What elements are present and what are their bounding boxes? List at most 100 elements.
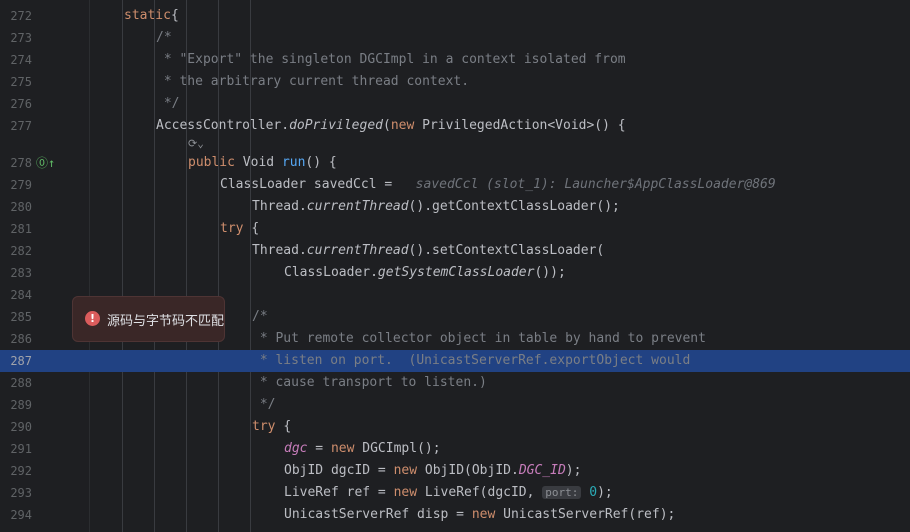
error-icon: !	[85, 311, 100, 326]
line-number[interactable]: 293	[0, 482, 32, 504]
code-token: try	[252, 419, 284, 434]
line-number[interactable]: 294	[0, 504, 32, 526]
code-token: port:	[542, 486, 582, 499]
code-line[interactable]: 275 * the arbitrary current thread conte…	[0, 71, 910, 93]
code-token: try	[220, 221, 252, 236]
code-token: new	[471, 507, 504, 522]
code-token: ClassLoader savedCcl =	[220, 177, 408, 192]
code-token: static	[124, 8, 171, 23]
code-line[interactable]: 291 dgc = new DGCImpl();	[0, 438, 910, 460]
line-number[interactable]: 281	[0, 218, 32, 240]
line-number[interactable]: 292	[0, 460, 32, 482]
code-text: ClassLoader.getSystemClassLoader());	[284, 262, 566, 284]
code-token: run	[281, 155, 306, 170]
code-line[interactable]: 279 ClassLoader savedCcl = savedCcl (slot…	[0, 174, 910, 196]
code-line[interactable]: 277 AccessController.doPrivileged(new Pri…	[0, 115, 910, 137]
code-text: * cause transport to listen.)	[252, 372, 487, 394]
code-line[interactable]: 287 * listen on port. (UnicastServerRef.…	[0, 350, 910, 372]
code-token: LiveRef(dgcID,	[424, 485, 543, 500]
line-number[interactable]: 273	[0, 27, 32, 49]
line-number[interactable]: 287	[0, 350, 32, 372]
line-number[interactable]: 282	[0, 240, 32, 262]
error-tooltip: ! 源码与字节码不匹配	[72, 296, 225, 342]
line-number[interactable]: 279	[0, 174, 32, 196]
code-text: Thread.currentThread().setContextClassLo…	[252, 240, 604, 262]
code-token: (	[382, 118, 391, 133]
code-token: ().getContextClassLoader();	[408, 199, 620, 214]
code-line[interactable]: 292 ObjID dgcID = new ObjID(ObjID.DGC_ID)…	[0, 460, 910, 482]
code-token: PrivilegedAction<Void>() {	[422, 118, 626, 133]
code-token: =	[307, 441, 331, 456]
line-number[interactable]: 278	[0, 152, 32, 174]
code-token: public	[188, 155, 243, 170]
code-token: getSystemClassLoader	[377, 265, 535, 280]
line-number[interactable]: 274	[0, 49, 32, 71]
code-line[interactable]: 288 * cause transport to listen.)	[0, 372, 910, 394]
code-line[interactable]: 278 ⓪↑ public Void run() {	[0, 152, 910, 174]
line-number[interactable]: 284	[0, 284, 32, 306]
code-text: /*	[156, 27, 172, 49]
code-line[interactable]: 282 Thread.currentThread().setContextClas…	[0, 240, 910, 262]
override-gutter-icon[interactable]: ⓪↑	[36, 152, 55, 174]
code-token: * listen on port. (UnicastServerRef.expo…	[252, 353, 691, 368]
code-token: ObjID dgcID =	[284, 463, 394, 478]
line-number[interactable]: 280	[0, 196, 32, 218]
code-token: new	[393, 485, 425, 500]
code-text: /*	[252, 306, 268, 328]
code-text: static{	[124, 5, 179, 27]
code-token: ClassLoader.	[284, 265, 378, 280]
code-token: ());	[534, 265, 566, 280]
line-number[interactable]: 290	[0, 416, 32, 438]
code-token: dgc	[284, 441, 308, 456]
code-text: Thread.currentThread().getContextClassLo…	[252, 196, 620, 218]
code-line[interactable]: 276 */	[0, 93, 910, 115]
code-line[interactable]: 289 */	[0, 394, 910, 416]
code-token: LiveRef ref =	[284, 485, 394, 500]
code-text: * the arbitrary current thread context.	[156, 71, 469, 93]
code-line[interactable]: 274 * "Export" the singleton DGCImpl in …	[0, 49, 910, 71]
line-number[interactable]: 286	[0, 328, 32, 350]
code-token: DGC_ID	[518, 463, 566, 478]
code-text: try {	[252, 416, 291, 438]
code-line[interactable]: 273 /*	[0, 27, 910, 49]
code-token: () {	[305, 155, 337, 170]
line-number[interactable]: 283	[0, 262, 32, 284]
code-line[interactable]: 281 try {	[0, 218, 910, 240]
code-token: {	[170, 8, 179, 23]
lambda-fold-icon[interactable]: ⟳⌄	[188, 133, 204, 155]
code-token: {	[283, 419, 292, 434]
code-token: Thread.	[252, 199, 307, 214]
line-number[interactable]: 285	[0, 306, 32, 328]
code-token: {	[251, 221, 260, 236]
code-token: */	[252, 397, 276, 412]
code-token: new	[330, 441, 363, 456]
line-number[interactable]: 277	[0, 115, 32, 137]
code-token: AccessController.	[156, 118, 290, 133]
line-number[interactable]: 275	[0, 71, 32, 93]
code-token: ().setContextClassLoader(	[408, 243, 605, 258]
line-number[interactable]: 288	[0, 372, 32, 394]
line-number[interactable]: 272	[0, 5, 32, 27]
code-text: dgc = new DGCImpl();	[284, 438, 441, 460]
code-token: * cause transport to listen.)	[252, 375, 487, 390]
code-line[interactable]: 290 try {	[0, 416, 910, 438]
code-token: currentThread	[306, 243, 409, 258]
code-text: try {	[220, 218, 259, 240]
code-token: 0	[581, 485, 598, 500]
line-number[interactable]: 276	[0, 93, 32, 115]
line-number[interactable]: 289	[0, 394, 32, 416]
code-line[interactable]: 283 ClassLoader.getSystemClassLoader());	[0, 262, 910, 284]
code-editor[interactable]: 272 static{273/* 274 * "Export" the single…	[0, 0, 910, 532]
code-token: * Put remote collector object in table b…	[252, 331, 706, 346]
code-line[interactable]: 280 Thread.currentThread().getContextClas…	[0, 196, 910, 218]
code-token: );	[565, 463, 582, 478]
line-number[interactable]: 291	[0, 438, 32, 460]
code-token: * the arbitrary current thread context.	[156, 74, 470, 89]
code-line[interactable]: 294 UnicastServerRef disp = new UnicastSe…	[0, 504, 910, 526]
code-text: UnicastServerRef disp = new UnicastServe…	[284, 504, 675, 526]
code-text: ClassLoader savedCcl = savedCcl (slot_1)…	[220, 174, 776, 196]
code-line[interactable]: 272 static{	[0, 5, 910, 27]
code-line[interactable]: 293 LiveRef ref = new LiveRef(dgcID, port…	[0, 482, 910, 504]
code-token: savedCcl (slot_1): Launcher$AppClassLoad…	[407, 177, 776, 192]
code-token: Thread.	[252, 243, 307, 258]
